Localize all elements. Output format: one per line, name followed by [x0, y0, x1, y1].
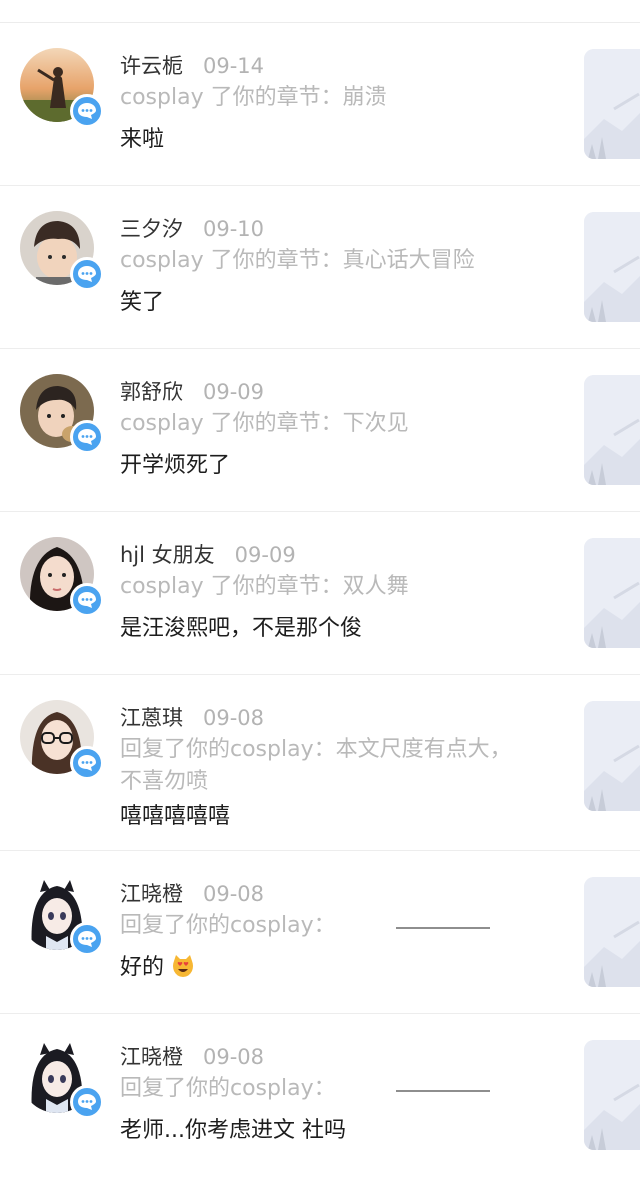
date: 09-09 — [203, 380, 265, 404]
name-row: 郭舒欣 09-09 — [120, 376, 264, 406]
message-text: 嘻嘻嘻嘻嘻 — [120, 804, 231, 829]
avatar[interactable] — [20, 1039, 104, 1119]
heart-eyes-cat-emoji-icon — [171, 954, 195, 978]
comment-badge-icon — [70, 922, 104, 956]
quote-divider — [396, 1090, 490, 1092]
comment-badge-icon — [70, 257, 104, 291]
chapter-thumbnail-icon[interactable] — [584, 701, 640, 811]
chapter-thumbnail-icon[interactable] — [584, 877, 640, 987]
name-row: 许云栀 09-14 — [120, 50, 264, 80]
avatar[interactable] — [20, 48, 104, 128]
list-item[interactable]: hjl 女朋友 09-09 cosplay 了你的章节：双人舞 是汪浚熙吧，不是那… — [0, 512, 640, 675]
message-text: 老师...你考虑进文 社吗 — [120, 1118, 346, 1143]
date: 09-09 — [234, 543, 296, 567]
avatar[interactable] — [20, 211, 104, 291]
name-row: 江晓橙 09-08 — [120, 878, 264, 908]
name-row: 三夕汐 09-10 — [120, 213, 264, 243]
reference-text[interactable]: cosplay 了你的章节：双人舞 — [120, 574, 409, 600]
date: 09-14 — [203, 54, 265, 78]
reference-text-line2: 不喜勿喷 — [120, 769, 209, 794]
date: 09-08 — [203, 706, 265, 730]
user-name[interactable]: 江蒽琪 — [120, 706, 183, 730]
message-text: 来啦 — [120, 127, 165, 152]
chapter-thumbnail-icon[interactable] — [584, 1040, 640, 1150]
list-item[interactable]: 江晓橙 09-08 回复了你的cosplay： 老师...你考虑进文 社吗 — [0, 1014, 640, 1177]
name-row: 江晓橙 09-08 — [120, 1041, 264, 1071]
list-item[interactable]: 郭舒欣 09-09 cosplay 了你的章节：下次见 开学烦死了 — [0, 349, 640, 512]
reference-text[interactable]: cosplay 了你的章节：真心话大冒险 — [120, 248, 475, 274]
message-text: 笑了 — [120, 290, 165, 315]
message-text: 好的 — [120, 949, 195, 981]
top-bar — [0, 0, 640, 23]
user-name[interactable]: 江晓橙 — [120, 1045, 183, 1069]
user-name[interactable]: 郭舒欣 — [120, 380, 183, 404]
user-name[interactable]: 三夕汐 — [120, 217, 183, 241]
user-name[interactable]: 江晓橙 — [120, 882, 183, 906]
avatar[interactable] — [20, 700, 104, 780]
quote-divider — [396, 927, 490, 929]
list-item[interactable]: 三夕汐 09-10 cosplay 了你的章节：真心话大冒险 笑了 — [0, 186, 640, 349]
list-item[interactable]: 江晓橙 09-08 回复了你的cosplay： 好的 — [0, 851, 640, 1014]
date: 09-08 — [203, 882, 265, 906]
name-row: 江蒽琪 09-08 — [120, 702, 264, 732]
name-row: hjl 女朋友 09-09 — [120, 539, 296, 569]
date: 09-10 — [203, 217, 265, 241]
user-name[interactable]: hjl 女朋友 — [120, 543, 215, 567]
chapter-thumbnail-icon[interactable] — [584, 538, 640, 648]
list-item[interactable]: 江蒽琪 09-08 回复了你的cosplay：本文尺度有点大， 不喜勿喷 嘻嘻嘻嘻… — [0, 675, 640, 851]
reference-text[interactable]: 回复了你的cosplay： — [120, 913, 336, 939]
avatar[interactable] — [20, 374, 104, 454]
notification-list: 许云栀 09-14 cosplay 了你的章节：崩溃 来啦 三夕汐 09-10 … — [0, 23, 640, 1177]
comment-badge-icon — [70, 583, 104, 617]
chapter-thumbnail-icon[interactable] — [584, 212, 640, 322]
chapter-thumbnail-icon[interactable] — [584, 49, 640, 159]
avatar[interactable] — [20, 537, 104, 617]
user-name[interactable]: 许云栀 — [120, 54, 183, 78]
message-text: 是汪浚熙吧，不是那个俊 — [120, 616, 363, 641]
reference-text[interactable]: 回复了你的cosplay： — [120, 1076, 336, 1102]
date: 09-08 — [203, 1045, 265, 1069]
comment-badge-icon — [70, 1085, 104, 1119]
avatar[interactable] — [20, 876, 104, 956]
reference-text[interactable]: 回复了你的cosplay：本文尺度有点大， — [120, 737, 512, 763]
reference-text[interactable]: cosplay 了你的章节：下次见 — [120, 411, 409, 437]
comment-badge-icon — [70, 420, 104, 454]
message-body: 好的 — [120, 955, 165, 980]
list-item[interactable]: 许云栀 09-14 cosplay 了你的章节：崩溃 来啦 — [0, 23, 640, 186]
comment-badge-icon — [70, 94, 104, 128]
message-text: 开学烦死了 — [120, 453, 231, 478]
comment-badge-icon — [70, 746, 104, 780]
chapter-thumbnail-icon[interactable] — [584, 375, 640, 485]
reference-text[interactable]: cosplay 了你的章节：崩溃 — [120, 85, 387, 111]
